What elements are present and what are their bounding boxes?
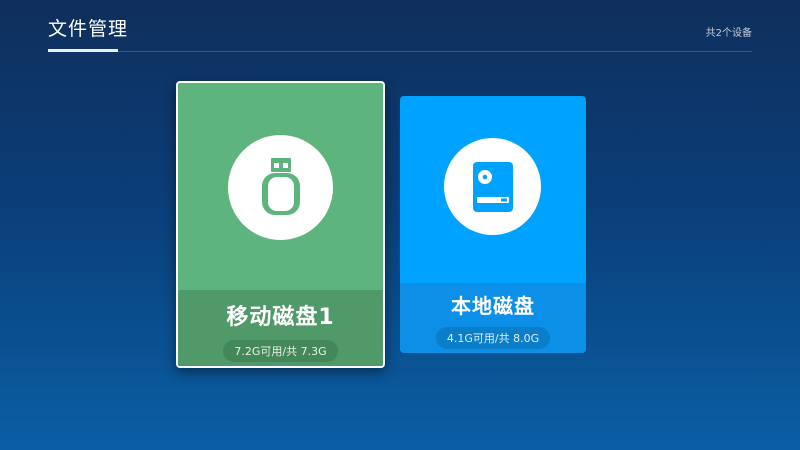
- device-name: 本地磁盘: [451, 294, 535, 318]
- header-divider: [48, 51, 752, 52]
- usb-drive-icon: [228, 135, 333, 240]
- device-count: 共2个设备: [705, 28, 752, 39]
- hard-disk-icon: [444, 138, 541, 235]
- page-title: 文件管理: [48, 18, 129, 40]
- device-name: 移动磁盘1: [226, 305, 335, 330]
- capacity-badge: 7.2G可用/共 7.3G: [223, 340, 338, 362]
- device-info-panel: 本地磁盘 4.1G可用/共 8.0G: [400, 283, 586, 353]
- device-card-usb[interactable]: 移动磁盘1 7.2G可用/共 7.3G: [176, 81, 385, 368]
- device-card-local[interactable]: 本地磁盘 4.1G可用/共 8.0G: [400, 96, 586, 353]
- device-info-panel: 移动磁盘1 7.2G可用/共 7.3G: [178, 290, 383, 366]
- capacity-badge: 4.1G可用/共 8.0G: [435, 327, 551, 349]
